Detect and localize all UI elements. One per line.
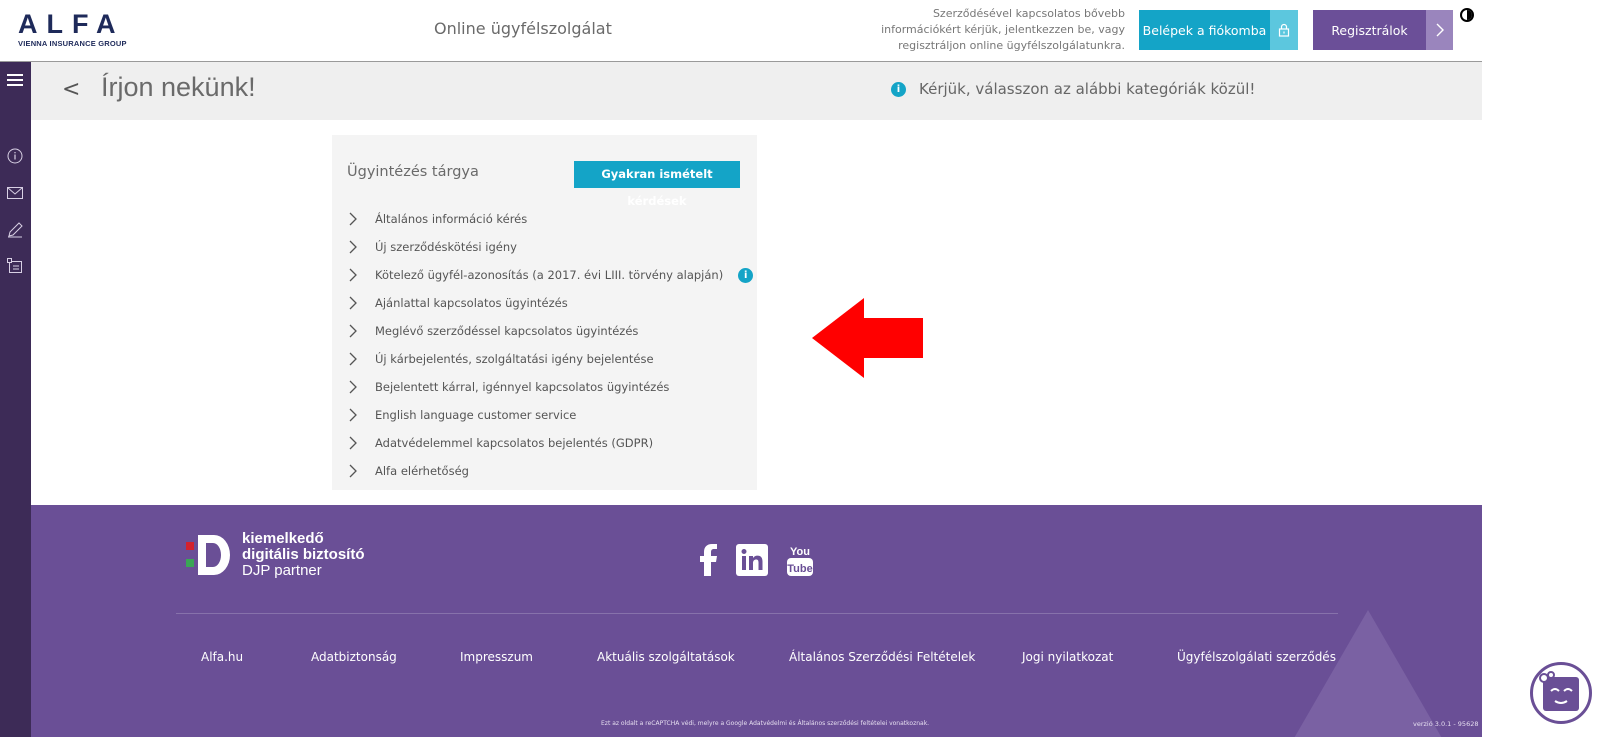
category-item[interactable]: Alfa elérhetőség	[349, 457, 753, 485]
category-hint: i Kérjük, válasszon az alábbi kategóriák…	[891, 80, 1255, 98]
footer-links: Alfa.hu Adatbiztonság Impresszum Aktuáli…	[31, 650, 1482, 670]
chevron-right-icon	[349, 436, 375, 450]
login-note-line: információkért kérjük, jelentkezzen be, …	[881, 23, 1125, 36]
footer-decoration	[1294, 610, 1442, 737]
youtube-icon[interactable]: You Tube	[786, 543, 814, 581]
footer-divider	[176, 613, 1338, 614]
register-button[interactable]: Regisztrálok	[1313, 10, 1453, 50]
panel-title: Ügyintézés tárgya	[347, 164, 479, 180]
info-icon[interactable]	[5, 146, 25, 166]
chevron-right-icon	[349, 240, 375, 254]
footer-link-aszf[interactable]: Általános Szerződési Feltételek	[789, 650, 975, 664]
category-label: Új kárbejelentés, szolgáltatási igény be…	[375, 352, 654, 366]
category-panel: Ügyintézés tárgya Gyakran ismételt kérdé…	[332, 135, 757, 490]
category-item[interactable]: Új kárbejelentés, szolgáltatási igény be…	[349, 345, 753, 373]
category-label: Meglévő szerződéssel kapcsolatos ügyinté…	[375, 324, 639, 338]
footer-link-alfa[interactable]: Alfa.hu	[201, 650, 243, 664]
mail-icon[interactable]	[5, 183, 25, 203]
category-item[interactable]: Általános információ kérés	[349, 205, 753, 233]
chevron-right-icon	[349, 380, 375, 394]
sidebar	[0, 62, 31, 737]
footer-link-szolgaltatasok[interactable]: Aktuális szolgáltatások	[597, 650, 735, 664]
pencil-icon[interactable]	[5, 220, 25, 240]
svg-text:Tube: Tube	[787, 563, 812, 575]
djp-partner-logo[interactable]: kiemelkedő digitális biztosító DJP partn…	[184, 531, 365, 579]
logo-text: ALFA	[18, 9, 125, 39]
chevron-right-icon	[349, 464, 375, 478]
login-button[interactable]: Belépek a fiókomba	[1139, 10, 1298, 50]
chevron-right-icon	[349, 212, 375, 226]
chevron-right-icon	[1426, 10, 1453, 50]
svg-text:You: You	[790, 546, 810, 558]
menu-icon[interactable]	[5, 70, 25, 90]
djp-line: DJP partner	[242, 562, 322, 579]
chevron-right-icon	[349, 324, 375, 338]
red-arrow-annotation	[812, 298, 923, 378]
faq-button[interactable]: Gyakran ismételt kérdések	[574, 161, 740, 208]
back-button[interactable]: <	[62, 77, 80, 102]
page-titlebar: < Írjon nekünk! i Kérjük, válasszon az a…	[31, 62, 1482, 120]
footer: kiemelkedő digitális biztosító DJP partn…	[31, 505, 1482, 737]
recaptcha-note: Ezt az oldalt a reCAPTCHA védi, melyre a…	[601, 720, 930, 727]
login-button-label: Belépek a fiókomba	[1142, 22, 1267, 38]
linkedin-icon[interactable]	[736, 544, 768, 580]
category-label: English language customer service	[375, 408, 577, 422]
version-label: verzió 3.0.1 - 95628	[1413, 720, 1479, 728]
chevron-right-icon	[349, 268, 375, 282]
footer-link-ugyfelszolgalati[interactable]: Ügyfélszolgálati szerződés	[1177, 650, 1336, 664]
category-item[interactable]: Bejelentett kárral, igénnyel kapcsolatos…	[349, 373, 753, 401]
category-label: Új szerződéskötési igény	[375, 240, 517, 254]
category-item[interactable]: Adatvédelemmel kapcsolatos bejelentés (G…	[349, 429, 753, 457]
chevron-right-icon	[349, 296, 375, 310]
chatbot-button[interactable]	[1530, 662, 1592, 724]
info-icon: i	[891, 81, 906, 97]
chevron-right-icon	[349, 352, 375, 366]
login-note-line: regisztráljon online ügyfélszolgálatunkr…	[898, 39, 1125, 52]
footer-link-jogi[interactable]: Jogi nyilatkozat	[1022, 650, 1113, 664]
category-item[interactable]: Ajánlattal kapcsolatos ügyintézés	[349, 289, 753, 317]
logo-subtitle: VIENNA INSURANCE GROUP	[18, 39, 127, 48]
social-links: You Tube	[698, 543, 814, 581]
checklist-icon[interactable]	[5, 256, 25, 276]
category-label: Kötelező ügyfél-azonosítás (a 2017. évi …	[375, 268, 724, 282]
login-note: Szerződésével kapcsolatos bővebb informá…	[855, 6, 1125, 54]
djp-line: digitális biztosító	[242, 546, 365, 563]
category-hint-text: Kérjük, válasszon az alábbi kategóriák k…	[919, 80, 1256, 98]
category-label: Bejelentett kárral, igénnyel kapcsolatos…	[375, 380, 670, 394]
lock-icon	[1270, 10, 1298, 50]
chatbot-face-icon	[1539, 671, 1579, 711]
register-button-label: Regisztrálok	[1331, 22, 1408, 38]
category-list: Általános információ kérés Új szerződésk…	[349, 205, 754, 485]
category-item[interactable]: Új szerződéskötési igény	[349, 233, 753, 261]
category-label: Adatvédelemmel kapcsolatos bejelentés (G…	[375, 436, 654, 450]
chevron-right-icon	[349, 408, 375, 422]
category-item[interactable]: Kötelező ügyfél-azonosítás (a 2017. évi …	[349, 261, 754, 289]
info-icon[interactable]: i	[738, 267, 754, 283]
footer-link-impresszum[interactable]: Impresszum	[460, 650, 533, 664]
category-label: Alfa elérhetőség	[375, 464, 469, 478]
djp-line: kiemelkedő	[242, 530, 324, 547]
djp-logo-mark	[184, 531, 234, 579]
category-item[interactable]: Meglévő szerződéssel kapcsolatos ügyinté…	[349, 317, 753, 345]
facebook-icon[interactable]	[698, 544, 718, 580]
footer-link-adatbiztonsag[interactable]: Adatbiztonság	[311, 650, 397, 664]
page-title: Írjon nekünk!	[101, 72, 256, 102]
alfa-logo[interactable]: ALFA VIENNA INSURANCE GROUP	[18, 10, 130, 50]
category-label: Ajánlattal kapcsolatos ügyintézés	[375, 296, 568, 310]
contrast-toggle-icon[interactable]	[1460, 8, 1474, 22]
header: ALFA VIENNA INSURANCE GROUP Online ügyfé…	[0, 0, 1482, 62]
header-title: Online ügyfélszolgálat	[434, 19, 612, 38]
login-note-line: Szerződésével kapcsolatos bővebb	[932, 7, 1125, 20]
category-item[interactable]: English language customer service	[349, 401, 753, 429]
category-label: Általános információ kérés	[375, 212, 528, 226]
